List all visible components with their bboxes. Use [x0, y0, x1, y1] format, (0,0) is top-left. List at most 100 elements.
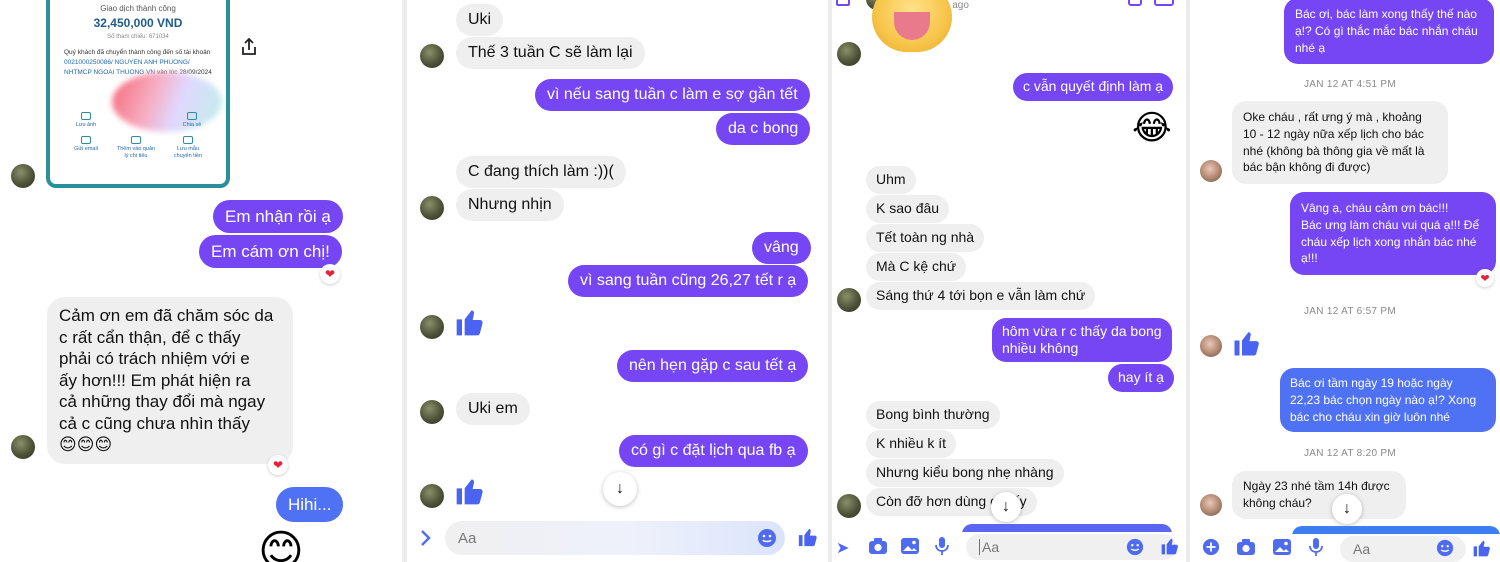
message-incoming[interactable]: C đang thích làm :))(	[456, 156, 626, 188]
message-line: 10 - 12 ngày nữa xếp lịch cho bác	[1243, 126, 1424, 141]
message-incoming[interactable]: Bong bình thường	[866, 401, 1000, 429]
receipt-action-share[interactable]: Chia sẻ	[172, 112, 212, 129]
receipt-action-label: Thêm vào quản lý chi tiêu	[116, 146, 156, 160]
timestamp: JAN 12 AT 4:51 PM	[1304, 79, 1396, 90]
message-outgoing[interactable]: vâng	[752, 232, 811, 264]
like-thumb-icon[interactable]	[1472, 538, 1492, 562]
like-thumb-icon[interactable]	[454, 306, 486, 343]
heart-reaction-icon[interactable]: ❤	[1476, 269, 1494, 287]
expand-chevron-icon[interactable]	[419, 528, 433, 553]
message-outgoing[interactable]: Vâng ạ, cháu cảm ơn bác!!! Bác ưng làm c…	[1290, 192, 1496, 276]
avatar[interactable]	[420, 315, 444, 339]
emoji-picker-icon[interactable]	[1436, 539, 1454, 562]
avatar[interactable]	[420, 484, 444, 508]
share-small-icon	[187, 112, 197, 120]
heart-reaction-icon[interactable]: ❤	[320, 264, 340, 284]
message-line: Oke cháu , rất ưng ý mà , khoảng	[1243, 110, 1422, 124]
like-thumb-icon[interactable]	[454, 475, 486, 512]
message-line: ạ!? Có gì thắc mắc bác nhắn cháu	[1295, 23, 1478, 38]
camera-icon[interactable]	[868, 537, 888, 560]
message-incoming[interactable]: Ngày 23 nhé tầm 14h được không cháu?	[1232, 471, 1406, 519]
header-back-icon[interactable]	[836, 0, 850, 6]
message-incoming[interactable]: Nhưng nhịn	[456, 189, 564, 221]
message-incoming[interactable]: Thế 3 tuần C sẽ làm lại	[456, 37, 645, 69]
receipt-action-save-image[interactable]: Lưu ảnh	[66, 112, 106, 129]
message-incoming[interactable]: Tết toàn ng nhà	[866, 224, 985, 252]
message-outgoing[interactable]: Em cám ơn chị!	[199, 235, 342, 269]
message-outgoing[interactable]: có gì c đặt lịch qua fb ạ	[619, 435, 808, 467]
message-outgoing[interactable]: da c bong	[716, 113, 811, 145]
like-thumb-icon[interactable]	[1232, 328, 1262, 363]
message-outgoing[interactable]: vì sang tuần cũng 26,27 tết r ạ	[568, 265, 809, 297]
avatar[interactable]	[1200, 335, 1222, 357]
gallery-icon[interactable]	[900, 537, 920, 560]
message-incoming[interactable]: Uki em	[456, 393, 530, 425]
message-line: phải có trách nhiệm với e	[59, 349, 250, 369]
scroll-down-button[interactable]: ↓	[991, 492, 1021, 522]
message-line: không cháu?	[1243, 495, 1312, 510]
receipt-action-label: Chia sẻ	[182, 122, 202, 128]
transfer-receipt-image[interactable]: Giao dịch thành công 32,450,000 VND Số t…	[46, 0, 230, 188]
avatar[interactable]	[420, 44, 444, 68]
message-line: cả những thay đổi mà ngay	[59, 392, 266, 412]
message-incoming[interactable]: K sao đâu	[866, 195, 950, 223]
avatar[interactable]	[837, 494, 861, 518]
message-outgoing[interactable]: Hihi...	[276, 487, 344, 523]
message-outgoing[interactable]: Em nhận rồi ạ	[213, 200, 343, 234]
message-outgoing[interactable]: Bác ơi tầm ngày 19 hoặc ngày 22,23 bác c…	[1280, 368, 1496, 433]
message-outgoing[interactable]: Bác ơi, bác làm xong thấy thế nào ạ!? Có…	[1284, 0, 1494, 65]
emoji-picker-icon[interactable]	[1126, 538, 1144, 561]
scroll-down-button[interactable]: ↓	[1332, 494, 1362, 524]
heart-reaction-icon[interactable]: ❤	[268, 455, 288, 475]
avatar[interactable]	[1200, 160, 1222, 182]
message-incoming[interactable]: Nhưng kiểu bong nhẹ nhàng	[866, 459, 1064, 487]
message-incoming[interactable]: Mà C kệ chứ	[866, 253, 967, 281]
avatar[interactable]	[837, 288, 861, 312]
video-call-icon[interactable]	[1154, 0, 1174, 6]
message-incoming[interactable]: K nhiều k ít	[866, 430, 957, 458]
camera-icon[interactable]	[1236, 538, 1256, 561]
sticker-tongue-face[interactable]	[872, 0, 952, 52]
bookmark-icon	[183, 136, 193, 144]
scroll-down-button[interactable]: ↓	[603, 472, 637, 506]
audio-call-icon[interactable]	[1128, 0, 1142, 6]
share-icon[interactable]	[238, 36, 260, 58]
send-location-icon[interactable]: ➤	[836, 538, 849, 558]
message-composer: Aa	[1190, 534, 1500, 562]
message-outgoing[interactable]: nên hẹn gặp c sau tết ạ	[617, 350, 809, 382]
message-input[interactable]: Aa	[445, 521, 785, 555]
message-composer: Aa	[407, 516, 828, 562]
message-outgoing[interactable]: hôm vừa r c thấy da bong nhiều không	[992, 318, 1172, 362]
message-line: hôm vừa r c thấy da bong	[1002, 323, 1162, 339]
message-incoming[interactable]: Uhm	[866, 166, 916, 194]
chat-panel-4: Bác ơi, bác làm xong thấy thế nào ạ!? Có…	[1190, 0, 1500, 562]
avatar[interactable]	[420, 400, 444, 424]
message-incoming[interactable]: Cảm ơn em đã chăm sóc da c rất cẩn thận,…	[47, 297, 293, 465]
avatar[interactable]	[420, 196, 444, 220]
message-outgoing[interactable]: vì nếu sang tuần c làm e sợ gần tết	[535, 79, 810, 111]
receipt-action-save-template[interactable]: Lưu mẫu chuyển tiền	[168, 136, 208, 160]
gallery-icon[interactable]	[1272, 538, 1292, 561]
like-thumb-icon[interactable]	[1160, 536, 1180, 561]
message-incoming[interactable]: Oke cháu , rất ưng ý mà , khoảng 10 - 12…	[1232, 101, 1448, 185]
message-outgoing[interactable]: c vẫn quyết định làm ạ	[1013, 73, 1174, 101]
message-line: Vâng ạ, cháu cảm ơn bác!!!	[1301, 201, 1449, 215]
message-line: Ngày 23 nhé tầm 14h được	[1243, 479, 1390, 493]
avatar[interactable]	[11, 435, 35, 459]
emoji-laugh-sticker[interactable]: 😂	[1132, 111, 1172, 145]
receipt-action-expense[interactable]: Thêm vào quản lý chi tiêu	[116, 136, 156, 160]
emoji-picker-icon[interactable]	[757, 528, 777, 553]
message-incoming[interactable]: Uki	[456, 4, 504, 36]
avatar[interactable]	[837, 42, 861, 66]
receipt-action-email[interactable]: Gửi email	[66, 136, 106, 153]
like-thumb-icon[interactable]	[797, 526, 819, 553]
microphone-icon[interactable]	[1308, 537, 1324, 562]
avatar[interactable]	[11, 164, 35, 188]
message-input[interactable]: Aa	[966, 534, 1176, 560]
avatar[interactable]	[1200, 494, 1222, 516]
message-incoming[interactable]: Sáng thứ 4 tới bọn e vẫn làm chứ	[866, 282, 1096, 310]
microphone-icon[interactable]	[934, 536, 950, 561]
emoji-smile-sticker[interactable]: 😊	[258, 530, 304, 562]
message-outgoing[interactable]: hay ít ạ	[1108, 364, 1174, 392]
plus-icon[interactable]	[1202, 538, 1220, 561]
